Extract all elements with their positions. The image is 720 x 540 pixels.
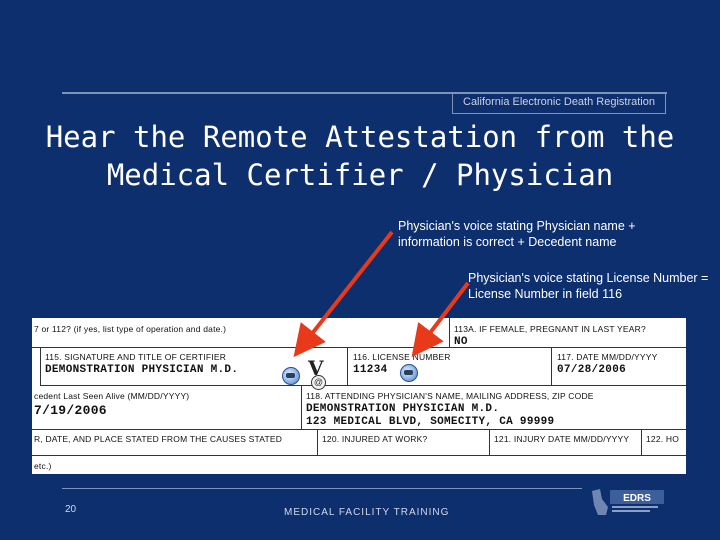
edrs-logo-text: EDRS	[623, 493, 651, 504]
field-118-value-address[interactable]: 123 MEDICAL BLVD, SOMECITY, CA 99999	[306, 416, 554, 428]
field-116-value[interactable]: 11234	[353, 364, 388, 376]
voice-record-icon-115[interactable]	[282, 367, 300, 385]
last-seen-value[interactable]: 7/19/2006	[34, 403, 107, 418]
field-117-label: 117. DATE MM/DD/YYYY	[557, 352, 658, 362]
field-117-value[interactable]: 07/28/2006	[557, 364, 626, 376]
voice-note-license: Physician's voice stating License Number…	[468, 271, 709, 301]
certificate-form-excerpt: 7 or 112? (if yes, list type of operatio…	[32, 318, 686, 474]
row1-left-label: 7 or 112? (if yes, list type of operatio…	[34, 324, 227, 334]
edrs-logo: EDRS	[592, 489, 664, 515]
brand-label: California Electronic Death Registration	[452, 92, 666, 114]
title-line-1: Hear the Remote Attestation from the	[45, 120, 675, 154]
page-number: 20	[65, 504, 77, 515]
voice-note-name: Physician's voice stating Physician name…	[398, 219, 636, 249]
field-120-label: 120. INJURED AT WORK?	[322, 434, 428, 444]
field-115-label: 115. SIGNATURE AND TITLE OF CERTIFIER	[45, 352, 227, 362]
field-118-value-name[interactable]: DEMONSTRATION PHYSICIAN M.D.	[306, 403, 499, 415]
field-116-label: 116. LICENSE NUMBER	[353, 352, 451, 362]
row5-left-label: etc.)	[34, 461, 52, 471]
footer-rule	[62, 488, 582, 489]
title-line-2: Medical Certifier / Physician	[106, 158, 614, 192]
slide-title: Hear the Remote Attestation from the Med…	[20, 118, 700, 194]
last-seen-label: cedent Last Seen Alive (MM/DD/YYYY)	[34, 391, 190, 401]
field-113a-label: 113A. IF FEMALE, PREGNANT IN LAST YEAR?	[454, 324, 646, 334]
field-115-value[interactable]: DEMONSTRATION PHYSICIAN M.D.	[45, 364, 238, 376]
row4-left-label: R, DATE, AND PLACE STATED FROM THE CAUSE…	[34, 434, 283, 444]
field-113a-value[interactable]: NO	[454, 336, 468, 348]
field-122-label: 122. HO	[646, 434, 680, 444]
field-118-label: 118. ATTENDING PHYSICIAN'S NAME, MAILING…	[306, 391, 594, 401]
footer-text: MEDICAL FACILITY TRAINING	[284, 507, 450, 518]
voice-record-icon-116[interactable]	[400, 364, 418, 382]
field-121-label: 121. INJURY DATE MM/DD/YYYY	[494, 434, 630, 444]
